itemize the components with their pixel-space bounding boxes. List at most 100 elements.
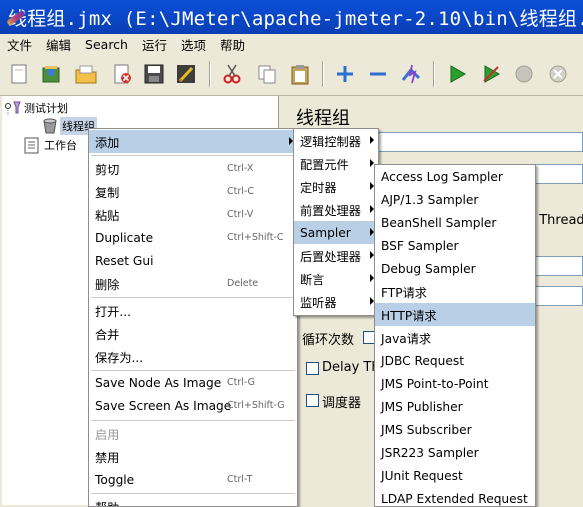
menu-item-label: AJP/1.3 Sampler <box>381 193 478 207</box>
menu-item-label: Save Screen As Image <box>95 399 231 413</box>
start-icon[interactable] <box>443 60 471 88</box>
menu-shortcut: Ctrl-T <box>227 474 252 485</box>
menu-item-listener[interactable]: 监听器 <box>294 290 378 313</box>
menu-item-access-log-sampler[interactable]: Access Log Sampler <box>375 165 535 188</box>
collapse-icon[interactable] <box>364 60 392 88</box>
menu-item-save-node-as-image[interactable]: Save Node As Image Ctrl-G <box>89 371 297 394</box>
menu-item-label: 配置元件 <box>300 155 349 173</box>
menu-item-label: Reset Gui <box>95 254 153 268</box>
menu-item-config-element[interactable]: 配置元件 <box>294 152 378 175</box>
menu-item-help[interactable]: 帮助 <box>89 495 297 507</box>
menu-item-label: 保存为... <box>95 348 143 366</box>
menu-item-save-as[interactable]: 保存为... <box>89 345 297 368</box>
menu-item-beanshell-sampler[interactable]: BeanShell Sampler <box>375 211 535 234</box>
copy-icon[interactable] <box>253 60 281 88</box>
menu-item-open[interactable]: 打开... <box>89 299 297 322</box>
menu-help[interactable]: 帮助 <box>213 35 252 54</box>
menu-item-paste[interactable]: 粘贴 Ctrl-V <box>89 203 297 226</box>
open-icon[interactable] <box>72 60 100 88</box>
menu-item-timer[interactable]: 定时器 <box>294 175 378 198</box>
menu-run[interactable]: 运行 <box>135 35 174 54</box>
test-plan-icon <box>4 100 22 116</box>
menu-item-ajp-sampler[interactable]: AJP/1.3 Sampler <box>375 188 535 211</box>
menu-item-label: Save Node As Image <box>95 376 221 390</box>
menu-item-label: 定时器 <box>300 178 337 196</box>
title-bar: 线程组.jmx (E:\JMeter\apache-jmeter-2.10\bi… <box>0 0 583 34</box>
menu-item-ldap-extended-request[interactable]: LDAP Extended Request <box>375 487 535 507</box>
menu-shortcut: Ctrl-V <box>227 209 253 220</box>
menu-item-http-request[interactable]: HTTP请求 <box>375 303 535 326</box>
name-field[interactable] <box>376 132 583 152</box>
menu-item-label: Toggle <box>95 473 134 487</box>
shutdown-icon <box>544 60 572 88</box>
menu-item-reset-gui[interactable]: Reset Gui <box>89 249 297 272</box>
menu-item-add[interactable]: 添加 <box>89 130 297 153</box>
new-icon[interactable] <box>5 60 33 88</box>
menu-separator <box>91 155 295 156</box>
menu-item-label: LDAP Extended Request <box>381 492 528 506</box>
menu-search[interactable]: Search <box>78 37 135 52</box>
toolbar <box>0 55 583 96</box>
menu-item-debug-sampler[interactable]: Debug Sampler <box>375 257 535 280</box>
save-as-image-icon[interactable] <box>172 60 200 88</box>
menu-item-sampler[interactable]: Sampler <box>294 221 378 244</box>
menu-shortcut: Ctrl-X <box>227 163 253 174</box>
menu-item-junit-request[interactable]: JUnit Request <box>375 464 535 487</box>
menu-item-jdbc-request[interactable]: JDBC Request <box>375 349 535 372</box>
toggle-icon[interactable] <box>397 60 425 88</box>
toolbar-separator <box>322 61 324 87</box>
menu-item-label: 前置处理器 <box>300 201 361 219</box>
menu-item-cut[interactable]: 剪切 Ctrl-X <box>89 157 297 180</box>
menu-item-merge[interactable]: 合并 <box>89 322 297 345</box>
menu-shortcut: Ctrl+Shift-C <box>227 232 284 243</box>
menu-item-logic-controller[interactable]: 逻辑控制器 <box>294 129 378 152</box>
templates-icon[interactable] <box>37 60 65 88</box>
menu-item-label: 剪切 <box>95 160 119 178</box>
menu-item-label: BeanShell Sampler <box>381 216 496 230</box>
menu-edit[interactable]: 编辑 <box>39 35 78 54</box>
save-icon[interactable] <box>140 60 168 88</box>
menu-item-label: 删除 <box>95 275 119 293</box>
menu-item-label: 启用 <box>95 425 119 443</box>
action-after-error-label: t Thread <box>530 213 583 228</box>
tree-node-workbench[interactable]: 工作台 <box>22 136 79 154</box>
menu-item-save-screen-as-image[interactable]: Save Screen As Image Ctrl+Shift-G <box>89 394 297 417</box>
menu-item-ftp-request[interactable]: FTP请求 <box>375 280 535 303</box>
context-menu: 添加 剪切 Ctrl-X 复制 Ctrl-C 粘贴 Ctrl-V Duplica… <box>88 128 298 507</box>
scheduler-checkbox[interactable] <box>306 394 319 407</box>
close-icon[interactable] <box>108 60 136 88</box>
expand-icon[interactable] <box>331 60 359 88</box>
menu-item-toggle[interactable]: Toggle Ctrl-T <box>89 468 297 491</box>
menu-options[interactable]: 选项 <box>174 35 213 54</box>
tree-node-test-plan[interactable]: 测试计划 <box>4 99 70 117</box>
menu-item-disable[interactable]: 禁用 <box>89 445 297 468</box>
menu-item-label: 粘贴 <box>95 206 119 224</box>
cut-icon[interactable] <box>218 60 246 88</box>
menu-item-label: 合并 <box>95 325 119 343</box>
menu-item-duplicate[interactable]: Duplicate Ctrl+Shift-C <box>89 226 297 249</box>
menu-item-jsr223-sampler[interactable]: JSR223 Sampler <box>375 441 535 464</box>
menu-item-assertion[interactable]: 断言 <box>294 267 378 290</box>
menu-item-label: 复制 <box>95 183 119 201</box>
menu-item-copy[interactable]: 复制 Ctrl-C <box>89 180 297 203</box>
sampler-submenu: Access Log Sampler AJP/1.3 Sampler BeanS… <box>374 164 536 507</box>
paste-icon[interactable] <box>286 60 314 88</box>
menu-item-delete[interactable]: 删除 Delete <box>89 272 297 295</box>
menu-item-label: 禁用 <box>95 448 119 466</box>
menu-item-label: Access Log Sampler <box>381 170 503 184</box>
menu-item-bsf-sampler[interactable]: BSF Sampler <box>375 234 535 257</box>
start-no-pauses-icon[interactable] <box>477 60 505 88</box>
menu-item-jms-publisher[interactable]: JMS Publisher <box>375 395 535 418</box>
menu-file[interactable]: 文件 <box>0 35 39 54</box>
menu-item-post-processor[interactable]: 后置处理器 <box>294 244 378 267</box>
menu-item-jms-subscriber[interactable]: JMS Subscriber <box>375 418 535 441</box>
menu-item-java-request[interactable]: Java请求 <box>375 326 535 349</box>
delay-thread-checkbox[interactable] <box>306 362 319 375</box>
submenu-arrow-icon <box>370 136 374 144</box>
menu-item-label: Debug Sampler <box>381 262 476 276</box>
menu-item-label: 监听器 <box>300 293 337 311</box>
menu-item-pre-processor[interactable]: 前置处理器 <box>294 198 378 221</box>
menu-item-jms-point-to-point[interactable]: JMS Point-to-Point <box>375 372 535 395</box>
menu-item-label: HTTP请求 <box>381 306 437 324</box>
menu-item-label: 断言 <box>300 270 324 288</box>
